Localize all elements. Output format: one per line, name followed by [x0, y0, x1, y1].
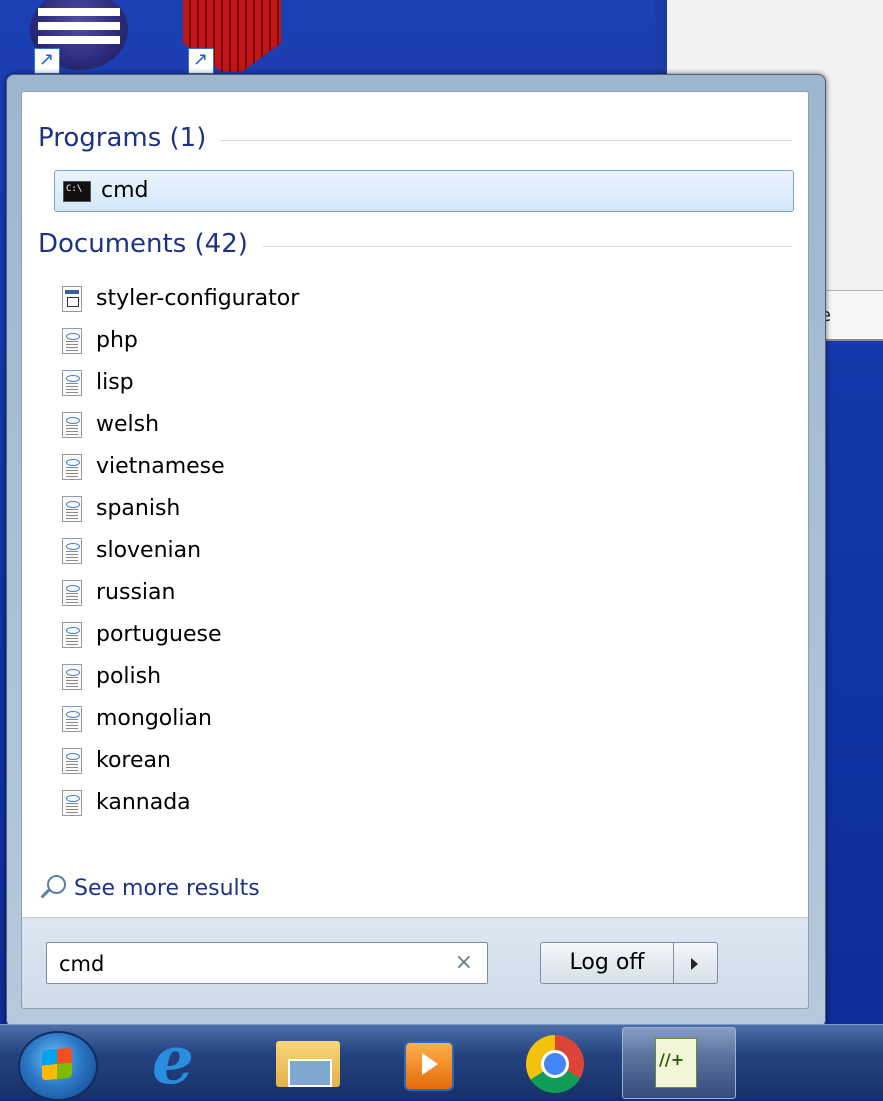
document-result[interactable]: styler-configurator [62, 278, 762, 320]
document-result[interactable]: welsh [62, 404, 762, 446]
xml-document-icon [62, 454, 82, 480]
document-label: spanish [96, 496, 181, 521]
program-result-label: cmd [101, 178, 149, 203]
program-result-cmd[interactable]: cmd [54, 170, 794, 212]
magnifier-icon [38, 873, 66, 903]
xml-document-icon [62, 790, 82, 816]
document-result[interactable]: mongolian [62, 698, 762, 740]
xml-document-icon [62, 412, 82, 438]
document-result[interactable]: russian [62, 572, 762, 614]
xml-file-icon [62, 286, 82, 312]
document-result[interactable]: kannada [62, 782, 762, 824]
document-result[interactable]: vietnamese [62, 446, 762, 488]
document-label: russian [96, 580, 176, 605]
document-result[interactable]: slovenian [62, 530, 762, 572]
see-more-results-label: See more results [74, 875, 260, 901]
search-results-pane: Programs (1) cmd Documents (42) styler-c… [21, 91, 809, 919]
programs-group-title: Programs (1) [38, 123, 207, 153]
document-label: slovenian [96, 538, 202, 563]
eclipse-shortcut[interactable] [0, 0, 128, 75]
xml-document-icon [62, 328, 82, 354]
document-result[interactable]: portuguese [62, 614, 762, 656]
divider [220, 139, 792, 141]
document-label: php [96, 328, 138, 353]
shortcut-arrow-icon [34, 48, 60, 74]
xml-document-icon [62, 580, 82, 606]
taskbar-windows-media-player[interactable] [396, 1029, 480, 1095]
log-off-button[interactable]: Log off [540, 942, 674, 984]
search-input[interactable] [57, 949, 441, 979]
document-result[interactable]: korean [62, 740, 762, 782]
taskbar-internet-explorer[interactable]: e [146, 1025, 230, 1095]
document-result[interactable]: lisp [62, 362, 762, 404]
document-label: portuguese [96, 622, 222, 647]
xml-document-icon [62, 496, 82, 522]
taskbar-google-chrome[interactable] [520, 1029, 604, 1095]
programs-group-header[interactable]: Programs (1) [38, 122, 792, 154]
taskbar: e [0, 1024, 883, 1101]
xml-document-icon [62, 664, 82, 690]
xml-document-icon [62, 748, 82, 774]
shutdown-options-button[interactable] [674, 942, 718, 984]
document-label: styler-configurator [96, 286, 300, 311]
notepad-plus-plus-shortcut[interactable] [170, 0, 281, 75]
see-more-results-link[interactable]: See more results [38, 870, 260, 906]
clear-search-icon[interactable]: × [455, 950, 473, 975]
internet-explorer-icon: e [152, 1021, 194, 1099]
xml-document-icon [62, 538, 82, 564]
document-label: polish [96, 664, 162, 689]
taskbar-notepad-plus-plus[interactable] [622, 1027, 736, 1099]
xml-document-icon [62, 622, 82, 648]
start-button[interactable] [18, 1031, 98, 1101]
document-result[interactable]: polish [62, 656, 762, 698]
document-result[interactable]: spanish [62, 488, 762, 530]
xml-document-icon [62, 706, 82, 732]
document-result[interactable]: php [62, 320, 762, 362]
start-menu: Programs (1) cmd Documents (42) styler-c… [6, 74, 826, 1028]
search-box[interactable]: × [46, 942, 488, 984]
search-bar-pane: × Log off [21, 917, 809, 1009]
documents-list: styler-configurator php lisp welsh vietn… [62, 278, 762, 824]
divider [261, 245, 792, 247]
taskbar-windows-explorer[interactable] [270, 1029, 354, 1095]
document-label: korean [96, 748, 171, 773]
command-prompt-icon [63, 181, 91, 202]
documents-group-title: Documents (42) [38, 229, 248, 259]
shortcut-arrow-icon [188, 48, 214, 74]
document-label: kannada [96, 790, 191, 815]
document-label: welsh [96, 412, 160, 437]
document-label: mongolian [96, 706, 212, 731]
document-label: lisp [96, 370, 134, 395]
xml-document-icon [62, 370, 82, 396]
documents-group-header[interactable]: Documents (42) [38, 228, 792, 260]
document-label: vietnamese [96, 454, 225, 479]
